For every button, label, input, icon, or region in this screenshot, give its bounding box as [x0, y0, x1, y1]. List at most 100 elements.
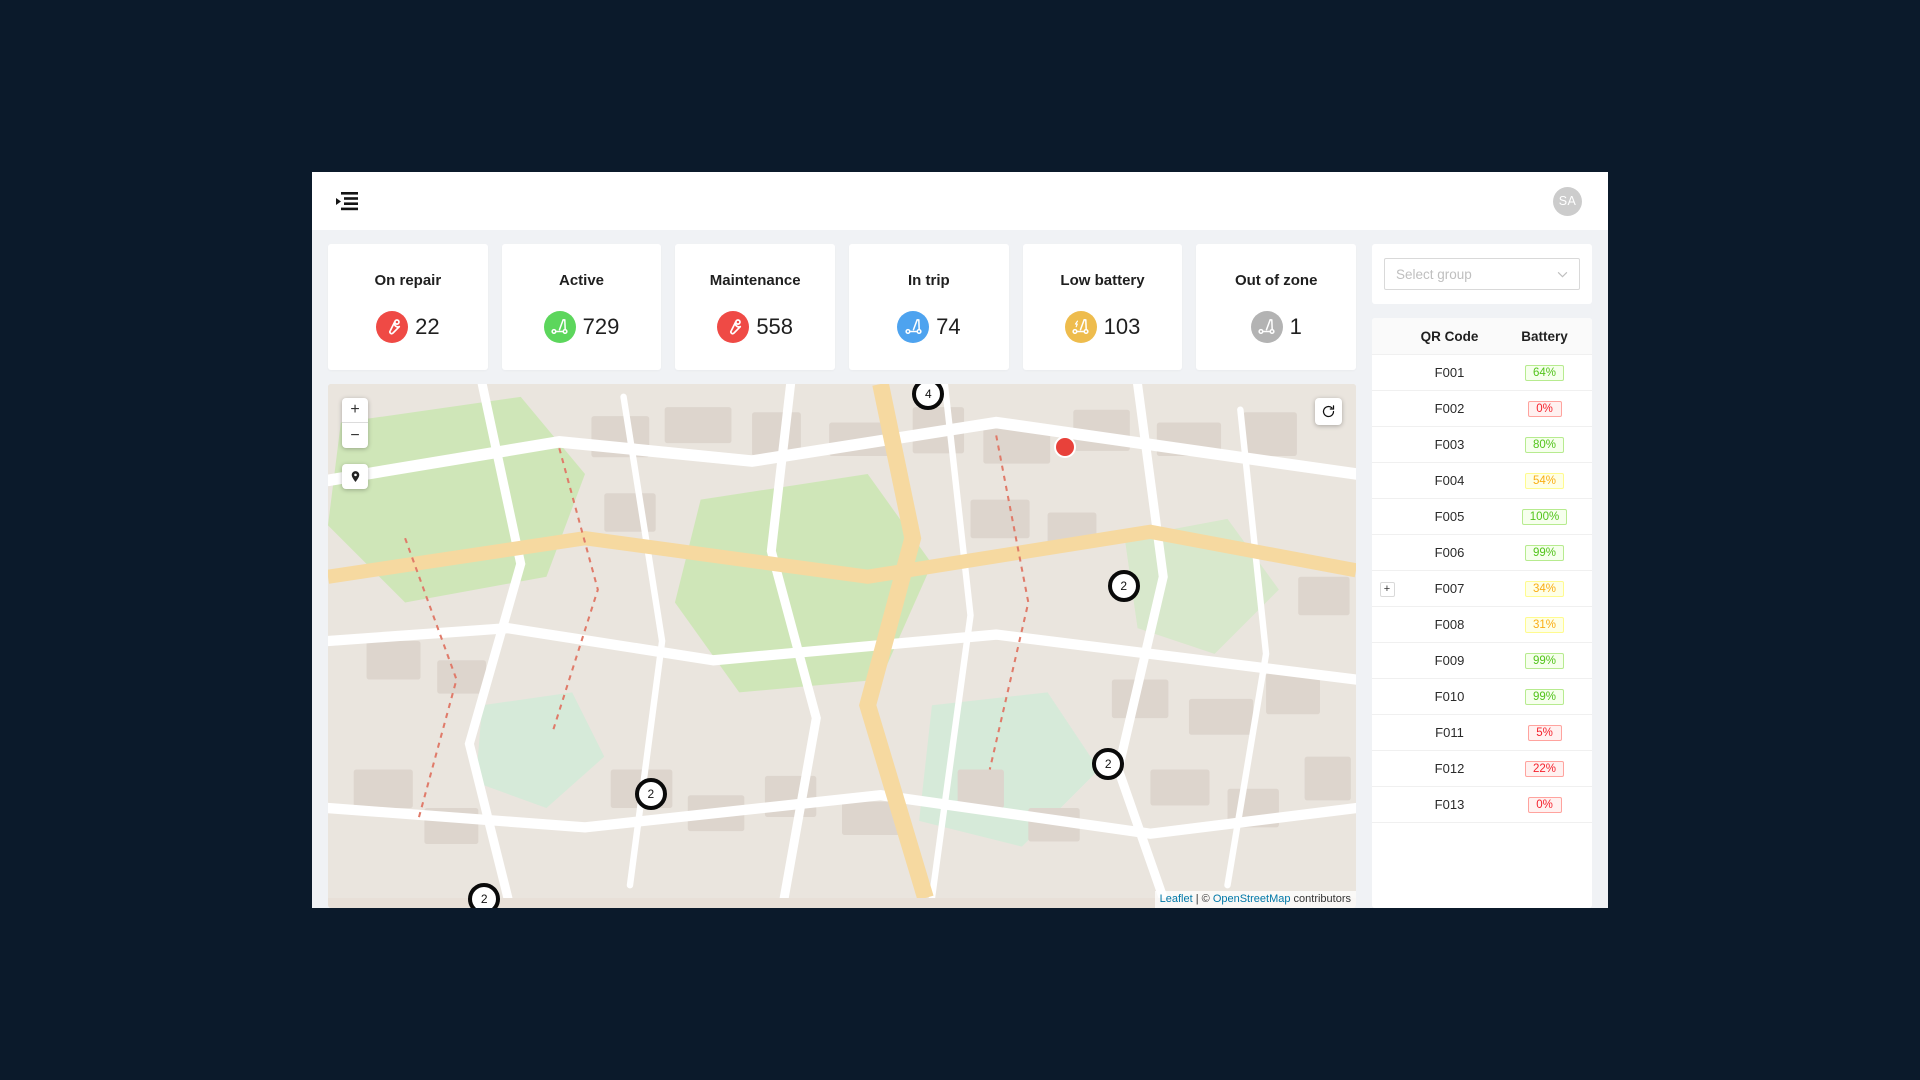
table-row[interactable]: F004 54%	[1372, 462, 1592, 499]
row-expand-cell	[1372, 534, 1402, 571]
map-pin-icon[interactable]	[342, 464, 368, 489]
scooter-icon	[543, 310, 576, 343]
group-select[interactable]: Select group	[1384, 258, 1580, 290]
qr-code-cell: F011	[1402, 714, 1497, 751]
table-row[interactable]: F010 99%	[1372, 678, 1592, 715]
map-cluster-marker[interactable]: 2	[1092, 747, 1125, 780]
wrench-icon	[376, 310, 409, 343]
table-row[interactable]: F002 0%	[1372, 390, 1592, 427]
map-zoom-out-button[interactable]: −	[342, 423, 368, 448]
stat-title: Active	[558, 271, 605, 289]
battery-badge: 64%	[1524, 365, 1565, 381]
expand-row-button[interactable]: +	[1379, 582, 1395, 597]
row-expand-cell	[1372, 462, 1402, 499]
cluster-count: 2	[480, 892, 488, 907]
vehicle-table-card: QR Code Battery F001 64% F002 0% F003 80% F004…	[1372, 318, 1592, 908]
map-cluster-marker[interactable]: 2	[468, 883, 501, 908]
table-row[interactable]: F012 22%	[1372, 750, 1592, 787]
battery-cell: 5%	[1497, 714, 1592, 751]
map-cluster-marker[interactable]: 2	[1107, 570, 1140, 603]
qr-code-cell: F006	[1402, 534, 1497, 571]
stat-card-in-trip[interactable]: In trip 74	[849, 244, 1009, 370]
row-expand-cell	[1372, 678, 1402, 715]
row-expand-cell	[1372, 642, 1402, 679]
battery-cell: 34%	[1497, 570, 1592, 607]
cluster-count: 2	[647, 787, 655, 802]
battery-cell: 22%	[1497, 750, 1592, 787]
battery-badge: 99%	[1524, 689, 1565, 705]
attribution-copyright: ©	[1201, 893, 1213, 905]
menu-fold-icon[interactable]	[336, 191, 358, 211]
table-row[interactable]: F001 64%	[1372, 354, 1592, 391]
qr-code-cell: F009	[1402, 642, 1497, 679]
stat-title: On repair	[374, 271, 442, 289]
stat-title: Maintenance	[709, 271, 801, 289]
battery-badge: 5%	[1527, 725, 1562, 741]
app-window: SA On repair 22 Active 729 Maintenance 5…	[312, 172, 1608, 908]
battery-cell: 0%	[1497, 786, 1592, 823]
stat-row: 729	[543, 310, 620, 343]
table-row[interactable]: F006 99%	[1372, 534, 1592, 571]
group-filter-card: Select group	[1372, 244, 1592, 304]
row-expand-cell	[1372, 750, 1402, 787]
table-body: F001 64% F002 0% F003 80% F004 54% F005 100% F006 9…	[1372, 354, 1592, 823]
chevron-down-icon	[1557, 271, 1568, 277]
stat-title: Out of zone	[1234, 271, 1318, 289]
qr-code-cell: F005	[1402, 498, 1497, 535]
column-header-expand	[1372, 318, 1402, 355]
table-row[interactable]: F008 31%	[1372, 606, 1592, 643]
battery-badge: 0%	[1527, 797, 1562, 813]
battery-badge: 31%	[1524, 617, 1565, 633]
table-row[interactable]: + F007 34%	[1372, 570, 1592, 607]
map-canvas[interactable]	[328, 384, 1356, 898]
qr-code-cell: F007	[1402, 570, 1497, 607]
scooter-icon	[897, 310, 930, 343]
stat-card-maintenance[interactable]: Maintenance 558	[675, 244, 836, 370]
row-expand-cell	[1372, 714, 1402, 751]
cluster-count: 2	[1104, 756, 1112, 771]
stat-card-low-battery[interactable]: Low battery 103	[1022, 244, 1183, 370]
battery-cell: 100%	[1497, 498, 1592, 535]
stat-card-on-repair[interactable]: On repair 22	[328, 244, 488, 370]
table-row[interactable]: F005 100%	[1372, 498, 1592, 535]
avatar[interactable]: SA	[1553, 186, 1582, 216]
map-cluster-marker[interactable]: 2	[634, 778, 667, 811]
qr-code-cell: F012	[1402, 750, 1497, 787]
table-row[interactable]: F003 80%	[1372, 426, 1592, 463]
battery-cell: 99%	[1497, 534, 1592, 571]
table-row[interactable]: F011 5%	[1372, 714, 1592, 751]
stat-card-active[interactable]: Active 729	[501, 244, 662, 370]
stat-value: 22	[415, 313, 440, 339]
qr-code-cell: F004	[1402, 462, 1497, 499]
stat-row: 1	[1250, 310, 1302, 343]
refresh-icon[interactable]	[1315, 398, 1342, 425]
battery-badge: 80%	[1524, 437, 1565, 453]
stat-row: 558	[717, 310, 794, 343]
group-select-placeholder: Select group	[1396, 266, 1472, 282]
left-column: On repair 22 Active 729 Maintenance 558 …	[328, 244, 1357, 908]
stat-row: 74	[897, 310, 961, 343]
scooter-icon	[1250, 310, 1283, 343]
leaflet-link[interactable]: Leaflet	[1160, 893, 1193, 905]
stat-value: 558	[756, 313, 794, 339]
table-row[interactable]: F013 0%	[1372, 786, 1592, 823]
qr-code-cell: F003	[1402, 426, 1497, 463]
map-zoom-in-button[interactable]: +	[342, 398, 368, 423]
qr-code-cell: F001	[1402, 354, 1497, 391]
battery-cell: 80%	[1497, 426, 1592, 463]
stat-card-out-of-zone[interactable]: Out of zone 1	[1196, 244, 1357, 370]
vehicle-marker[interactable]	[1054, 435, 1077, 458]
stat-value: 729	[582, 313, 620, 339]
openstreetmap-link[interactable]: OpenStreetMap	[1213, 893, 1291, 905]
table-row[interactable]: F009 99%	[1372, 642, 1592, 679]
stat-value: 1	[1289, 313, 1302, 339]
stat-title: Low battery	[1060, 271, 1145, 289]
row-expand-cell	[1372, 354, 1402, 391]
scooter-bolt-icon	[1064, 310, 1097, 343]
battery-cell: 0%	[1497, 390, 1592, 427]
table-header-row: QR Code Battery	[1372, 318, 1592, 355]
column-header-battery: Battery	[1497, 318, 1592, 355]
attribution-suffix: contributors	[1290, 893, 1351, 905]
map-zoom-controls[interactable]: + −	[342, 398, 368, 448]
map-card[interactable]: + − 4 2 2 2 2 Leaflet | © OpenStreetMap …	[328, 384, 1356, 908]
